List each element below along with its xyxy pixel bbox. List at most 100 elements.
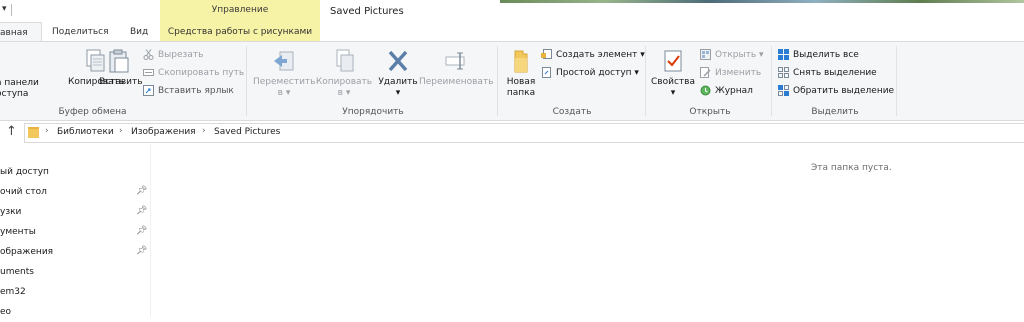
select-none-button[interactable]: Снять выделение xyxy=(778,65,877,81)
properties-checkmark-icon xyxy=(661,48,685,74)
open-group-label: Открыть xyxy=(689,107,731,117)
nav-item-system32[interactable]: em32 xyxy=(0,282,26,302)
nav-item-downloads[interactable]: узки xyxy=(0,202,21,222)
new-group-label: Создать xyxy=(552,107,592,117)
address-row: ↑ › Библиотеки › Изображения › Saved Pic… xyxy=(0,122,1024,144)
pin-icon: 📌︎ xyxy=(136,226,148,236)
new-item-button[interactable]: Создать элемент ▾ xyxy=(541,47,645,63)
edit-button[interactable]: Изменить xyxy=(700,65,761,81)
copy-path-label: Скопировать путь xyxy=(158,68,245,78)
pin-label-line2: оступа xyxy=(0,89,29,99)
chevron-right-icon[interactable]: › xyxy=(45,126,49,136)
copy-to-label-line2: в xyxy=(337,88,343,98)
paste-icon xyxy=(107,48,131,74)
open-button[interactable]: Открыть ▾ xyxy=(700,47,764,63)
tab-picture-tools[interactable]: Средства работы с рисунками xyxy=(160,22,320,42)
paste-shortcut-label: Вставить ярлык xyxy=(158,86,234,96)
easy-access-button[interactable]: Простой доступ ▾ xyxy=(541,65,639,81)
edit-pencil-icon xyxy=(700,67,711,78)
invert-selection-button[interactable]: Обратить выделение xyxy=(778,83,894,99)
delete-label: Удалить xyxy=(378,77,418,87)
copy-path-icon xyxy=(143,67,154,78)
select-all-icon xyxy=(778,49,789,60)
pin-icon: 📌︎ xyxy=(136,246,148,256)
rename-label: Переименовать xyxy=(419,77,494,87)
paste-shortcut-button[interactable]: Вставить ярлык xyxy=(143,83,234,99)
chevron-right-icon[interactable]: › xyxy=(119,126,123,136)
tab-view[interactable]: Вид xyxy=(130,22,148,42)
nav-item-quick-access[interactable]: ый доступ xyxy=(0,162,49,182)
copy-to-label: Копировать xyxy=(315,77,373,87)
delete-x-icon xyxy=(386,48,410,74)
rename-icon xyxy=(444,48,468,74)
open-label: Открыть xyxy=(715,50,757,60)
clipboard-group-label: Буфер обмена xyxy=(58,107,127,117)
pane-divider[interactable] xyxy=(150,144,151,317)
cut-button[interactable]: Вырезать xyxy=(143,47,203,63)
copy-path-button[interactable]: Скопировать путь xyxy=(143,65,244,81)
chevron-right-icon[interactable]: › xyxy=(202,126,206,136)
folder-icon xyxy=(28,127,39,138)
nav-item-documents-en[interactable]: uments xyxy=(0,262,34,282)
pin-icon: 📌︎ xyxy=(136,206,148,216)
desktop-background-strip xyxy=(500,0,1024,3)
pin-label-line1: а панели xyxy=(0,78,39,88)
new-item-label: Создать элемент xyxy=(556,50,638,60)
nav-item-video[interactable]: ео xyxy=(0,302,11,322)
shortcut-icon xyxy=(143,85,154,96)
manage-tab-label[interactable]: Управление xyxy=(160,5,320,15)
select-group-label: Выделить xyxy=(811,107,859,117)
history-icon xyxy=(700,85,711,96)
nav-item-pictures[interactable]: ображения xyxy=(0,242,53,262)
paste-label: Вставить xyxy=(99,77,143,87)
group-separator xyxy=(645,46,646,116)
group-separator xyxy=(497,46,498,116)
paste-button[interactable]: Вставить xyxy=(99,48,143,88)
edit-label: Изменить xyxy=(715,68,762,78)
open-icon xyxy=(700,49,711,60)
scissors-icon xyxy=(143,49,154,60)
nav-item-desktop[interactable]: очий стол xyxy=(0,182,47,202)
ribbon-tabs: авная Поделиться Вид Средства работы с р… xyxy=(0,22,1024,43)
history-label: Журнал xyxy=(715,86,753,96)
breadcrumb-saved-pictures[interactable]: Saved Pictures xyxy=(214,127,280,137)
select-none-icon xyxy=(778,67,789,78)
pin-to-quick-access-button[interactable]: а панелиоступа xyxy=(0,78,40,100)
select-all-button[interactable]: Выделить все xyxy=(778,47,859,63)
copy-to-button[interactable]: Копировать в ▾ xyxy=(315,48,373,99)
nav-item-documents[interactable]: ументы xyxy=(0,222,36,242)
new-item-icon xyxy=(541,49,552,60)
new-folder-button[interactable]: Новая папка xyxy=(503,48,539,99)
easy-access-icon xyxy=(541,67,552,78)
select-all-label: Выделить все xyxy=(793,50,859,60)
properties-button[interactable]: Свойства ▾ xyxy=(651,48,695,99)
breadcrumb-libraries[interactable]: Библиотеки xyxy=(57,127,114,137)
easy-access-label: Простой доступ xyxy=(556,68,632,78)
group-separator xyxy=(896,46,897,116)
select-none-label: Снять выделение xyxy=(793,68,877,78)
toolbar-separator xyxy=(11,4,12,16)
delete-button[interactable]: Удалить ▾ xyxy=(378,48,418,99)
pin-label: а панелиоступа xyxy=(0,78,40,100)
new-folder-icon xyxy=(509,48,533,74)
new-folder-label: Новая xyxy=(506,77,536,87)
empty-folder-message: Эта папка пуста. xyxy=(811,163,892,173)
move-to-label: Переместить xyxy=(253,77,316,87)
group-separator xyxy=(246,46,247,116)
breadcrumb-images[interactable]: Изображения xyxy=(131,127,196,137)
tab-share[interactable]: Поделиться xyxy=(52,22,109,42)
cut-label: Вырезать xyxy=(158,50,204,60)
quick-access-toolbar-dropdown-icon[interactable]: ▾ xyxy=(2,4,7,14)
invert-selection-label: Обратить выделение xyxy=(793,86,895,96)
pin-icon: 📌︎ xyxy=(136,186,148,196)
history-button[interactable]: Журнал xyxy=(700,83,753,99)
tab-home[interactable]: авная xyxy=(0,22,42,43)
move-to-button[interactable]: Переместить в ▾ xyxy=(253,48,315,99)
ribbon: а панелиоступа Копировать Вставить Вырез… xyxy=(0,41,1024,121)
rename-button[interactable]: Переименовать xyxy=(419,48,494,88)
group-separator xyxy=(771,46,772,116)
move-to-label-line2: в xyxy=(277,88,283,98)
window-title: Saved Pictures xyxy=(330,6,404,17)
up-arrow-icon[interactable]: ↑ xyxy=(6,124,17,139)
copy-to-icon xyxy=(332,48,356,74)
